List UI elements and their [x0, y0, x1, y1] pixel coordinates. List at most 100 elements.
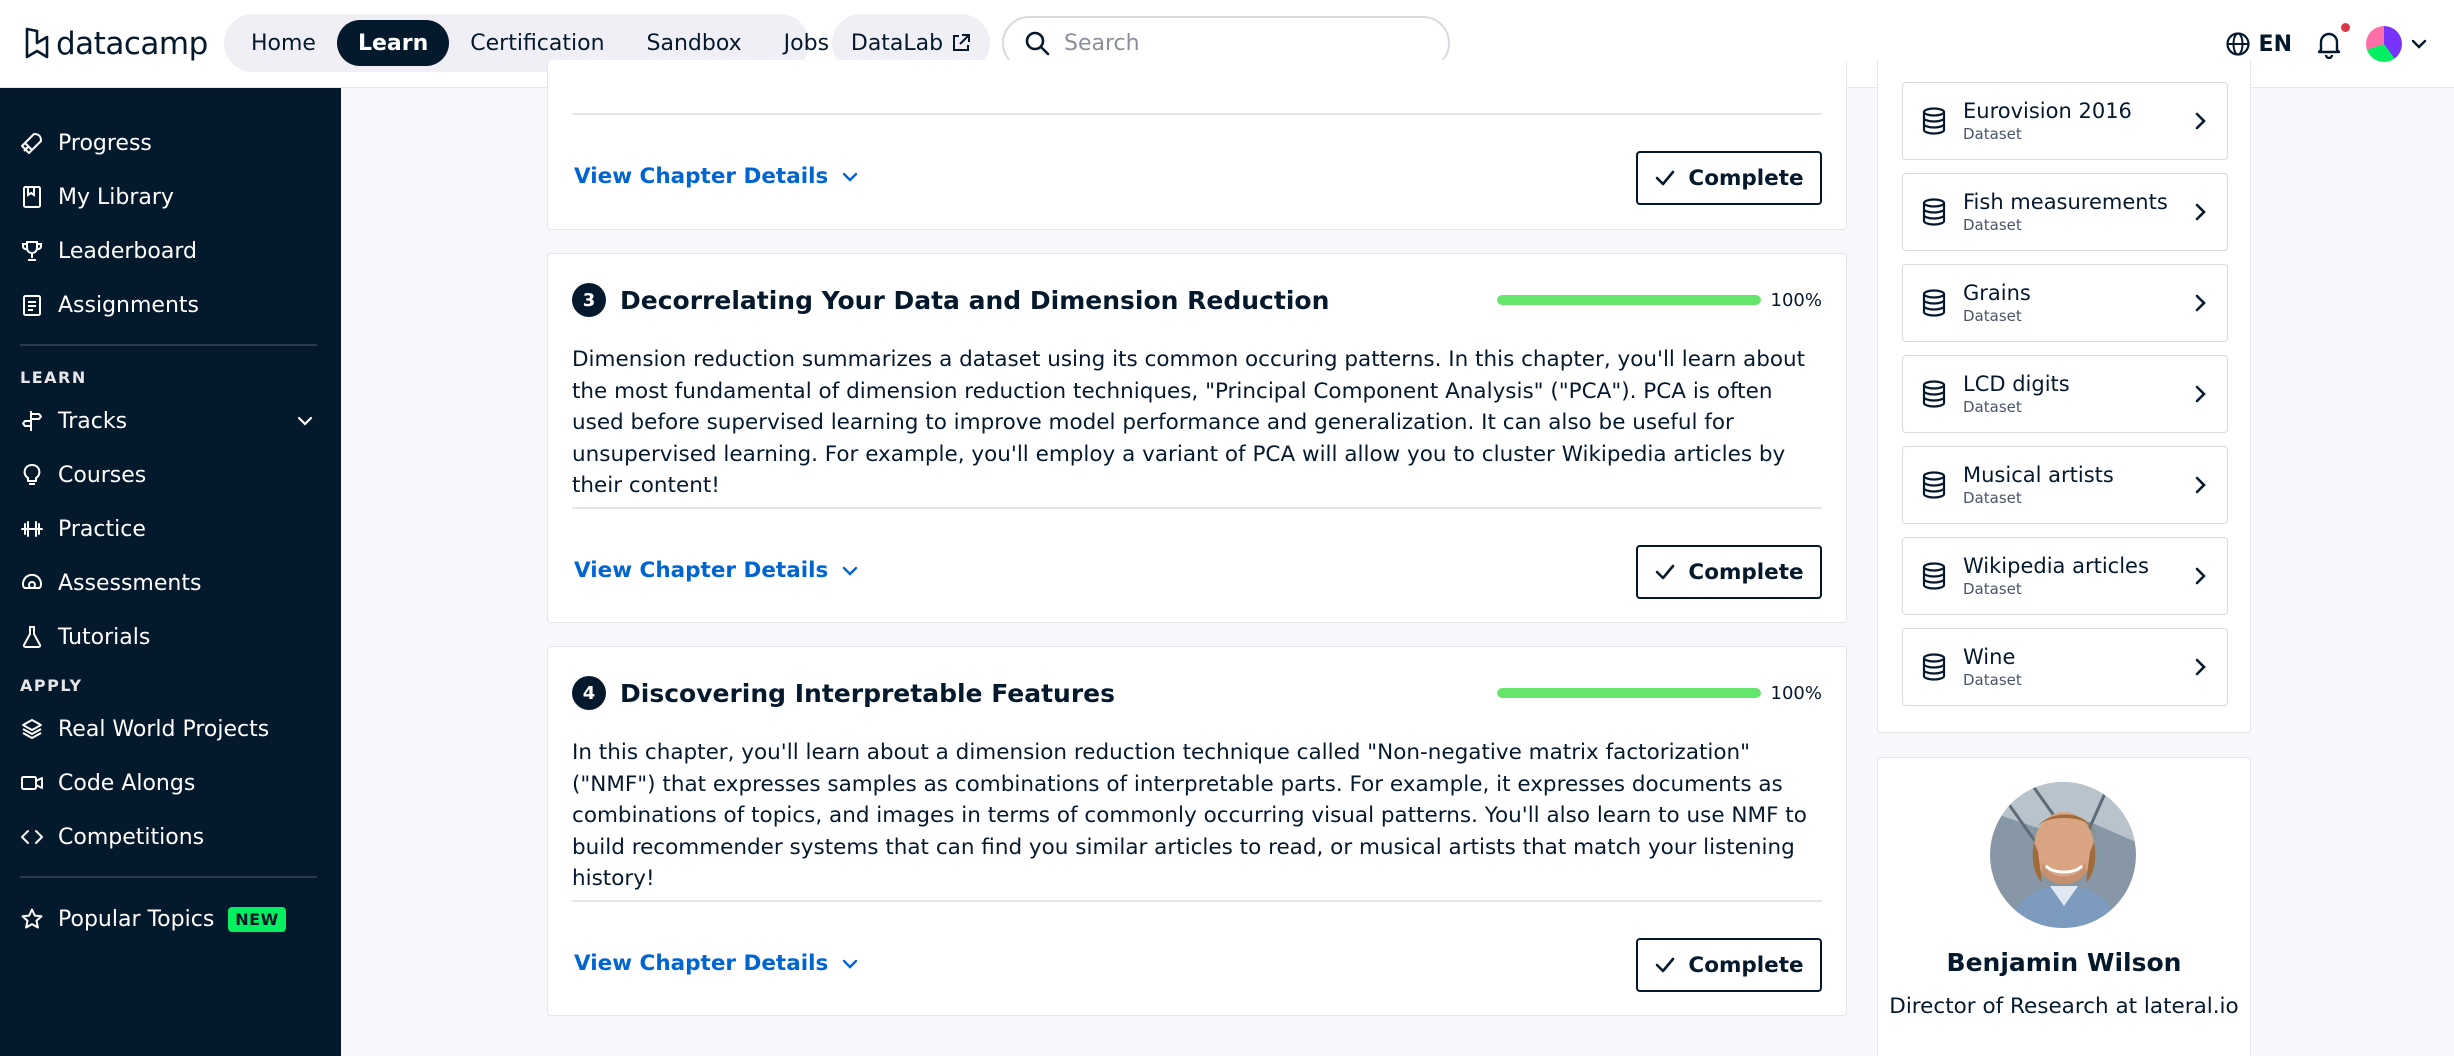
dataset-item[interactable]: Musical artists Dataset — [1902, 446, 2228, 524]
sidebar-item-label: Assignments — [58, 292, 199, 318]
rocket-icon — [21, 133, 42, 154]
sidebar-item-my-library[interactable]: My Library — [0, 170, 341, 224]
progress-bar — [1496, 688, 1761, 698]
chapter-number: 4 — [572, 676, 606, 710]
user-menu[interactable] — [2366, 26, 2428, 62]
chevron-right-icon — [2195, 476, 2206, 494]
checkmark-icon — [1656, 957, 1675, 973]
chevron-right-icon — [2195, 385, 2206, 403]
dataset-item[interactable]: Fish measurements Dataset — [1902, 173, 2228, 251]
sidebar-item-real-world-projects[interactable]: Real World Projects — [0, 702, 341, 756]
sidebar-item-assignments[interactable]: Assignments — [0, 278, 341, 332]
dataset-type: Dataset — [1963, 125, 2022, 143]
dataset-name: LCD digits — [1963, 372, 2070, 396]
sidebar-item-tutorials[interactable]: Tutorials — [0, 610, 341, 664]
dataset-item[interactable]: Wikipedia articles Dataset — [1902, 537, 2228, 615]
chapter-description: In this chapter, you'll learn about a di… — [572, 740, 1807, 891]
nav-home[interactable]: Home — [230, 20, 337, 66]
complete-button[interactable]: Complete — [1636, 545, 1822, 599]
dataset-item[interactable]: LCD digits Dataset — [1902, 355, 2228, 433]
complete-button[interactable]: Complete — [1636, 151, 1822, 205]
dataset-item[interactable]: Eurovision 2016 Dataset — [1902, 82, 2228, 160]
gauge-icon — [22, 573, 42, 589]
sidebar-item-label: Courses — [58, 462, 147, 488]
complete-label: Complete — [1688, 559, 1804, 585]
notifications-button[interactable] — [2314, 23, 2350, 60]
complete-button[interactable]: Complete — [1636, 938, 1822, 992]
chevron-down-icon — [843, 172, 858, 182]
instructor-photo[interactable] — [1990, 782, 2136, 928]
sidebar-item-label: Code Alongs — [58, 770, 196, 796]
search-input[interactable] — [1064, 30, 1424, 56]
external-link-icon — [953, 34, 971, 51]
sidebar-item-competitions[interactable]: Competitions — [0, 810, 341, 864]
chevron-down-icon — [2411, 39, 2427, 49]
signpost-icon — [22, 411, 42, 431]
layers-icon — [22, 719, 42, 739]
sidebar-item-popular-topics[interactable]: Popular Topics NEW — [0, 892, 341, 946]
dataset-type: Dataset — [1963, 398, 2022, 416]
sidebar-item-assessments[interactable]: Assessments — [0, 556, 341, 610]
sidebar-item-label: Real World Projects — [58, 716, 270, 742]
sidebar-item-courses[interactable]: Courses — [0, 448, 341, 502]
view-chapter-details-link[interactable]: View Chapter Details — [574, 164, 860, 189]
video-icon — [21, 776, 43, 790]
dataset-name: Musical artists — [1963, 463, 2114, 487]
dataset-name: Grains — [1963, 281, 2031, 305]
language-selector[interactable]: EN — [2225, 31, 2292, 57]
datacamp-logo-icon — [25, 27, 49, 59]
sidebar-item-practice[interactable]: Practice — [0, 502, 341, 556]
sidebar-item-label: Tracks — [58, 408, 128, 434]
sidebar-item-tracks[interactable]: Tracks — [0, 394, 341, 448]
dataset-type: Dataset — [1963, 307, 2022, 325]
instructor-name: Benjamin Wilson — [1946, 948, 2182, 977]
sidebar-item-label: Tutorials — [58, 624, 151, 650]
nav-learn[interactable]: Learn — [336, 20, 450, 66]
sidebar-item-progress[interactable]: Progress — [0, 116, 341, 170]
database-icon — [1922, 653, 1946, 681]
instructor-panel: Benjamin Wilson Director of Research at … — [1877, 757, 2251, 1056]
sidebar-item-label: My Library — [58, 184, 174, 210]
logo-text: datacamp — [56, 26, 208, 62]
sidebar-item-label: Progress — [58, 130, 152, 156]
dataset-item[interactable]: Grains Dataset — [1902, 264, 2228, 342]
view-details-label: View Chapter Details — [574, 164, 829, 189]
trophy-icon — [22, 241, 42, 261]
progress-percent: 100% — [1770, 289, 1822, 311]
instructor-portrait-image — [1990, 782, 2136, 928]
card-divider — [572, 113, 1822, 115]
view-details-label: View Chapter Details — [574, 558, 829, 583]
sidebar-item-label: Practice — [58, 516, 146, 542]
flask-icon — [22, 626, 42, 648]
sidebar-heading-learn: LEARN — [20, 367, 87, 387]
chapter-progress: 100% — [1496, 682, 1822, 704]
code-icon — [21, 830, 43, 844]
progress-bar — [1496, 295, 1761, 305]
dataset-name: Fish measurements — [1963, 190, 2168, 214]
datasets-panel: Eurovision 2016 Dataset Fish measurements… — [1877, 60, 2251, 733]
progress-bar-fill — [1496, 688, 1761, 698]
datacamp-logo[interactable]: datacamp — [24, 24, 208, 64]
chapter-header: 4 Discovering Interpretable Features 100… — [572, 675, 1822, 711]
sidebar-item-code-alongs[interactable]: Code Alongs — [0, 756, 341, 810]
chevron-down-icon — [843, 566, 858, 576]
sidebar-item-label: Assessments — [58, 570, 202, 596]
chapter-header: 3 Decorrelating Your Data and Dimension … — [572, 282, 1822, 318]
avatar — [2366, 26, 2402, 62]
sidebar-item-leaderboard[interactable]: Leaderboard — [0, 224, 341, 278]
view-details-label: View Chapter Details — [574, 951, 829, 976]
complete-label: Complete — [1688, 952, 1804, 978]
view-chapter-details-link[interactable]: View Chapter Details — [574, 558, 860, 583]
progress-percent: 100% — [1770, 682, 1822, 704]
dataset-name: Wine — [1963, 645, 2016, 669]
database-icon — [1922, 471, 1946, 499]
chevron-right-icon — [2195, 203, 2206, 221]
database-icon — [1922, 380, 1946, 408]
chapter-card-3: 3 Decorrelating Your Data and Dimension … — [547, 253, 1847, 623]
search-icon — [1025, 31, 1050, 56]
dataset-item[interactable]: Wine Dataset — [1902, 628, 2228, 706]
instructor-role: Director of Research at lateral.io — [1889, 994, 2239, 1019]
chevron-down-icon — [297, 416, 313, 426]
view-chapter-details-link[interactable]: View Chapter Details — [574, 951, 860, 976]
sidebar-item-label: Competitions — [58, 824, 205, 850]
